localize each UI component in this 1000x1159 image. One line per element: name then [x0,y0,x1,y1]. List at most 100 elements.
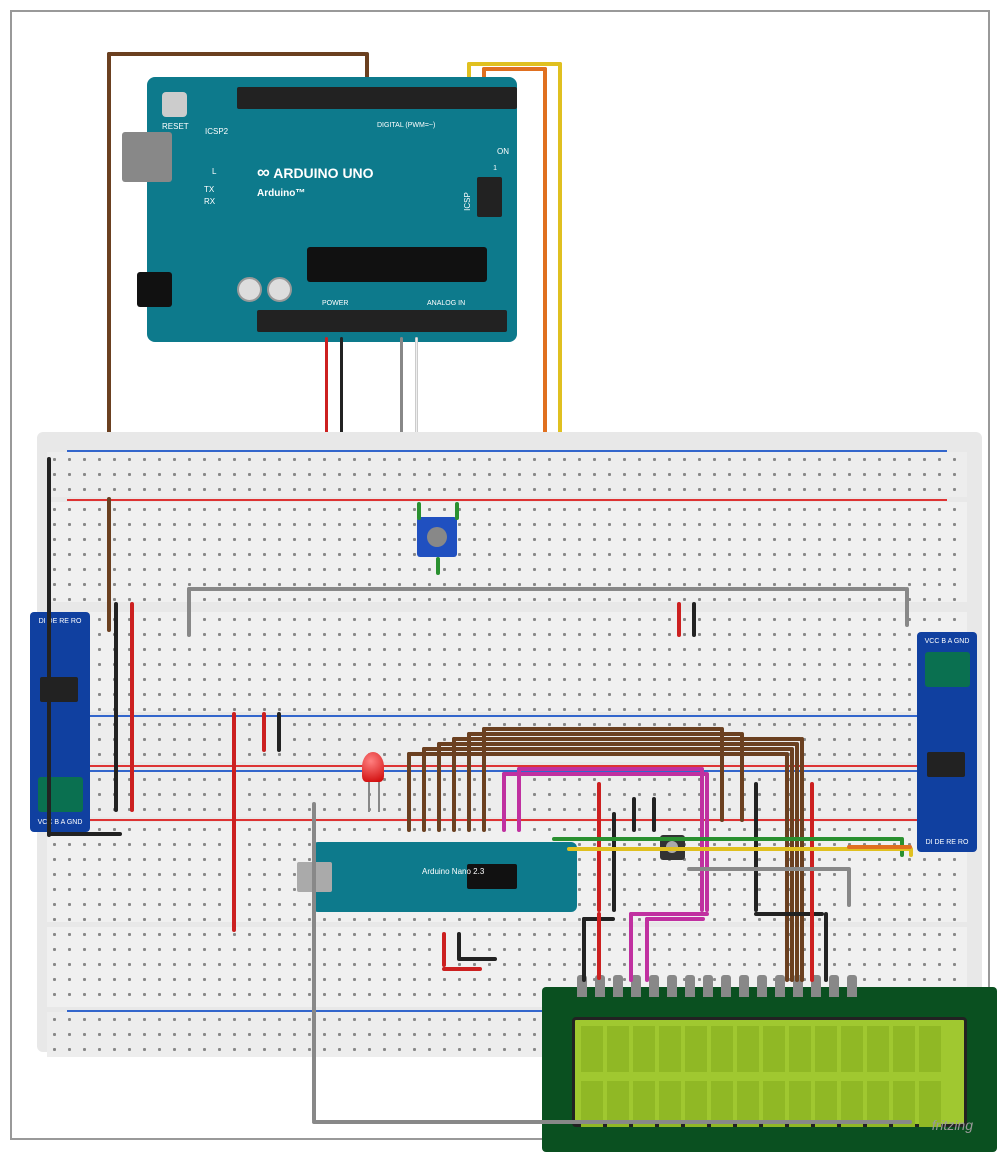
rs485-terminal-block [925,652,970,687]
wire-magenta [645,917,649,982]
wire-grey [687,867,850,871]
uno-analog-label: ANALOG IN [427,300,465,307]
wire-magenta [645,917,705,921]
lcd-16x2 [542,987,997,1152]
uno-icsp2-label: ICSP2 [205,127,228,136]
nano-bottom-pins [352,910,572,920]
rs485-pin-labels: VCC B A GND [917,638,977,645]
wire-5v [130,602,134,812]
wire-gnd [652,797,656,832]
arduino-nano: Arduino Nano 2.3 [312,842,577,912]
wire-gnd [612,812,616,912]
watermark-text: fritzing [932,1117,973,1133]
breadboard-power-rail [47,452,967,497]
wire-magenta [517,767,702,771]
wire-magenta [502,772,707,776]
wire-5v [810,782,814,982]
wire-data [467,732,742,736]
potentiometer-main [417,517,457,557]
rs485-pin-labels: VCC B A GND [30,819,90,826]
wire-grey [847,867,851,907]
wire-yellow [467,62,562,66]
wire-data [407,752,411,832]
wire-grey [312,1120,912,1124]
wire-brown [107,497,111,632]
wire-a1 [415,337,418,442]
wiring-diagram: ∞ ARDUINO UNO Arduino™ RESET ICSP2 L TX … [10,10,990,1140]
wire-data [422,747,792,751]
wire-5v [442,967,482,971]
wire-grey [312,802,316,1122]
wire-gnd [114,602,118,812]
arduino-uno: ∞ ARDUINO UNO Arduino™ RESET ICSP2 L TX … [147,77,517,342]
wire-magenta [517,767,521,832]
led-cathode [378,782,380,812]
wire-gnd [277,712,281,752]
wire-magenta [502,772,506,832]
wire-grey [187,587,907,591]
wire-5v [677,602,681,637]
wire-gnd [582,917,586,982]
wire-data [740,732,744,822]
nano-label: Arduino Nano 2.3 [422,867,484,876]
wire-gnd [692,602,696,637]
uno-reset-button [162,92,187,117]
uno-power-analog-header [257,310,507,332]
wire-green [436,557,440,575]
wire-5v [232,712,236,932]
wire-data [452,737,802,741]
wire-magenta [629,912,633,982]
uno-icsp-label: ICSP [463,192,472,211]
uno-usb-port [122,132,172,182]
wire-orange [543,67,547,467]
wire-gnd [632,797,636,832]
wire-gnd [47,457,51,837]
wire-grey [187,587,191,637]
rs485-module-master: DI DE RE RO VCC B A GND [30,612,90,832]
wire-grey [905,587,909,627]
uno-icsp-1: 1 [493,165,497,172]
nano-top-pins [352,834,572,844]
led-anode [368,782,370,812]
breadboard-power-rail [47,772,967,817]
wire-data [720,727,724,822]
uno-reset-label: RESET [162,122,189,131]
uno-tx-label: TX [204,185,214,194]
wire-data [407,752,787,756]
wire-data [422,747,426,832]
wire-orange [847,845,912,849]
wire-data [800,737,804,982]
rail-vcc-line [67,819,947,821]
rs485-ic [927,752,965,777]
wire-5v [442,932,446,967]
wire-data [795,742,799,982]
wire-5v [597,912,601,980]
lcd-screen [572,1017,967,1127]
rs485-ic [40,677,78,702]
wire-green [552,837,902,841]
wire-brown [107,52,367,56]
uno-icsp-header [477,177,502,217]
wire-5v [262,712,266,752]
wire-orange [482,67,547,71]
uno-capacitor [267,277,292,302]
wire-yellow [558,62,562,477]
uno-logo-text: ∞ ARDUINO UNO Arduino™ [257,162,374,199]
uno-power-label: POWER [322,300,348,307]
led-red [362,752,384,782]
rs485-terminal-block [38,777,83,812]
uno-atmega-chip [307,247,487,282]
lcd-pin-header [577,975,857,997]
uno-digital-header [237,87,517,109]
wire-green [455,502,459,520]
wire-magenta [705,772,709,912]
rs485-pin-labels: DI DE RE RO [917,839,977,846]
rail-vcc-line [67,765,947,767]
pot-knob [427,527,447,547]
wire-magenta [629,912,709,916]
wire-gnd [47,832,122,836]
uno-capacitor [237,277,262,302]
rs485-pin-labels: DI DE RE RO [30,618,90,625]
rail-gnd-line [67,715,947,717]
rs485-module-slave: VCC B A GND DI DE RE RO [917,632,977,852]
